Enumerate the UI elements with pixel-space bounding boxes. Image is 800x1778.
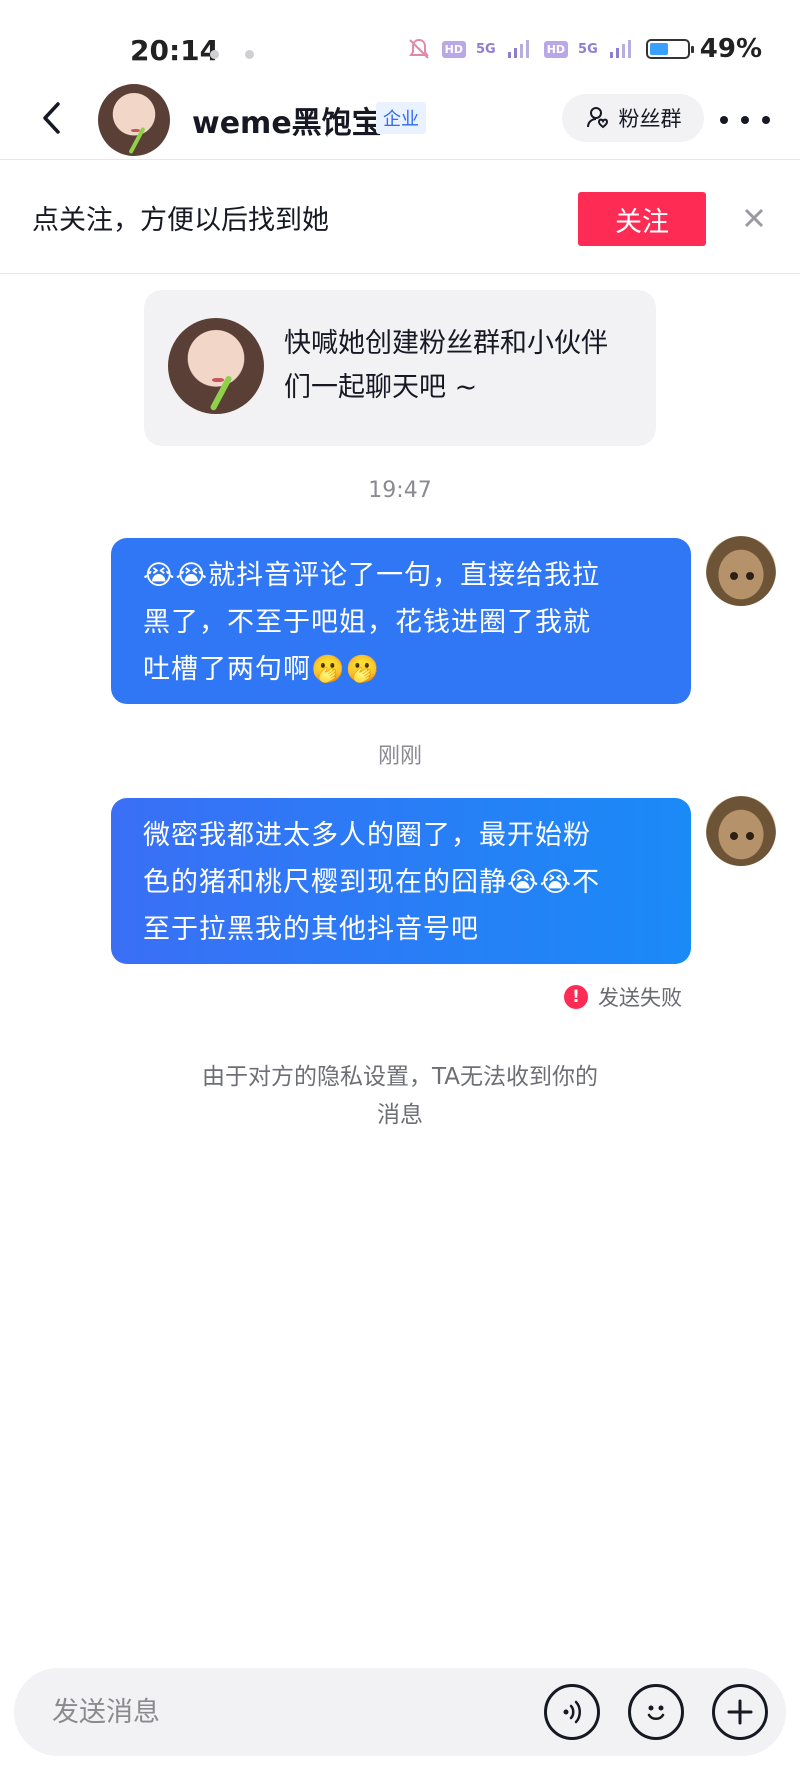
status-dot-icon (245, 50, 254, 59)
signal-icon (507, 40, 529, 58)
send-failed-status[interactable]: ! 发送失败 (564, 982, 682, 1012)
message-input-bar (14, 1668, 786, 1756)
plus-icon (727, 1699, 753, 1725)
more-icon (720, 116, 728, 124)
privacy-note-line: 由于对方的隐私设置，TA无法收到你的 (202, 1064, 598, 1090)
chat-header: weme黑饱宝 企业 粉丝群 (0, 80, 800, 160)
message-line: 吐槽了两句啊🫢🫢 (143, 654, 381, 685)
message-input[interactable] (52, 1690, 492, 1734)
self-avatar[interactable] (706, 796, 776, 866)
privacy-note-line: 消息 (377, 1102, 423, 1128)
enterprise-badge: 企业 (376, 102, 426, 134)
fans-group-label: 粉丝群 (618, 107, 682, 131)
message-line: 色的猪和桃尺樱到现在的囧静😭😭不 (143, 867, 601, 898)
close-icon (744, 208, 764, 228)
message-line: 黑了，不至于吧姐，花钱进圈了我就 (143, 607, 591, 638)
self-avatar[interactable] (706, 536, 776, 606)
message-line: 至于拉黑我的其他抖音号吧 (143, 914, 479, 945)
message-timestamp: 19:47 (368, 478, 432, 503)
message-bubble[interactable]: 微密我都进太多人的圈了，最开始粉 色的猪和桃尺樱到现在的囧静😭😭不 至于拉黑我的… (111, 798, 691, 964)
more-icon (762, 116, 770, 124)
status-icons: HD 5G HD 5G 49% (406, 34, 762, 64)
emoji-button[interactable] (628, 1684, 684, 1740)
status-dot-icon (210, 50, 219, 59)
avatar-detail (730, 832, 738, 840)
status-bar: 20:14 HD 5G HD 5G 49% (0, 0, 800, 90)
back-arrow-icon (43, 102, 60, 134)
mute-bell-icon (408, 38, 429, 59)
follow-prompt-text: 点关注，方便以后找到她 (32, 205, 329, 236)
emoji-icon (647, 1705, 665, 1720)
battery-percent: 49% (699, 34, 762, 64)
more-icon (741, 116, 749, 124)
hd-icon: HD (441, 40, 466, 58)
message-timestamp: 刚刚 (377, 744, 422, 769)
fans-group-button[interactable]: 粉丝群 (562, 94, 704, 142)
voice-icon (563, 1700, 581, 1724)
fans-group-icon (586, 107, 608, 129)
avatar-detail (730, 572, 738, 580)
follow-button[interactable]: 关注 (578, 192, 706, 246)
follow-prompt-bar: 点关注，方便以后找到她 关注 (0, 162, 800, 274)
privacy-note: 由于对方的隐私设置，TA无法收到你的 消息 (150, 1058, 650, 1134)
battery-icon (645, 39, 694, 59)
voice-button[interactable] (544, 1684, 600, 1740)
error-icon: ! (564, 985, 588, 1009)
avatar-detail (212, 377, 224, 383)
message-bubble[interactable]: 😭😭就抖音评论了一句，直接给我拉 黑了，不至于吧姐，花钱进圈了我就 吐槽了两句啊… (111, 538, 691, 704)
invite-card[interactable]: 快喊她创建粉丝群和小伙伴们一起聊天吧 ~ (144, 290, 656, 446)
plus-button[interactable] (712, 1684, 768, 1740)
message-line: 😭😭就抖音评论了一句，直接给我拉 (143, 560, 601, 591)
hd-icon: HD (543, 40, 569, 58)
invite-text: 快喊她创建粉丝群和小伙伴们一起聊天吧 ~ (284, 328, 608, 403)
message-line: 微密我都进太多人的圈了，最开始粉 (143, 820, 591, 851)
back-button[interactable] (30, 96, 74, 140)
contact-name[interactable]: weme黑饱宝 (192, 98, 382, 142)
contact-avatar[interactable] (98, 84, 170, 156)
network-type: 5G (475, 41, 496, 57)
avatar-detail (746, 832, 754, 840)
close-button[interactable] (738, 202, 770, 234)
battery-level (649, 43, 668, 55)
signal-icon (609, 40, 631, 58)
avatar-detail (746, 572, 754, 580)
more-button[interactable] (720, 100, 770, 140)
status-time: 20:14 (130, 34, 220, 67)
send-failed-text: 发送失败 (598, 986, 682, 1010)
network-type: 5G (578, 41, 598, 57)
invite-avatar (168, 318, 264, 414)
